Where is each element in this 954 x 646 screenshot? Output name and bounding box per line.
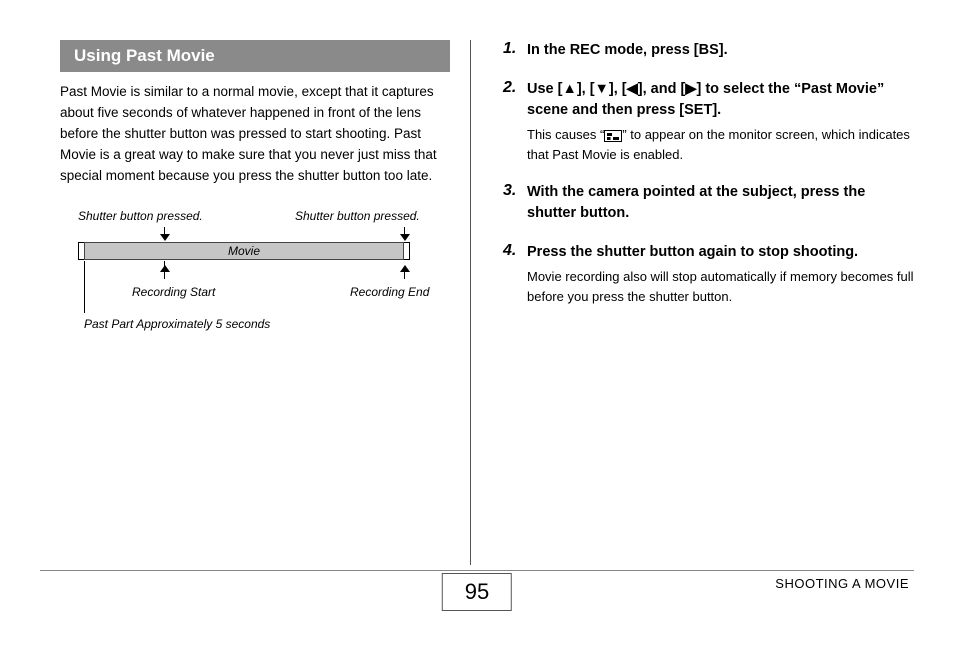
arrow-up-icon xyxy=(400,265,410,279)
step-3: 3. With the camera pointed at the subjec… xyxy=(503,182,914,224)
steps-list: 1. In the REC mode, press [BS]. 2. Use [… xyxy=(503,40,914,306)
text: ], [ xyxy=(577,81,595,97)
text: Use [ xyxy=(527,81,562,97)
footer-section-label: SHOOTING A MOVIE xyxy=(775,576,909,591)
triangle-left-icon: ◀ xyxy=(627,79,638,100)
label-shutter-pressed-right: Shutter button pressed. xyxy=(295,209,420,223)
left-column: Using Past Movie Past Movie is similar t… xyxy=(60,40,470,565)
step-heading: Press the shutter button again to stop s… xyxy=(527,242,914,263)
step-body: Movie recording also will stop automatic… xyxy=(527,267,914,306)
label-recording-end: Recording End xyxy=(350,285,429,299)
label-recording-start: Recording Start xyxy=(132,285,215,299)
text: ], and [ xyxy=(638,81,686,97)
section-heading: Using Past Movie xyxy=(60,40,450,72)
footer-rule xyxy=(40,570,914,571)
triangle-down-icon: ▼ xyxy=(595,79,609,100)
text: This causes “ xyxy=(527,127,604,142)
label-shutter-pressed-left: Shutter button pressed. xyxy=(78,209,203,223)
step-1: 1. In the REC mode, press [BS]. xyxy=(503,40,914,61)
arrow-down-icon xyxy=(160,227,170,241)
intro-paragraph: Past Movie is similar to a normal movie,… xyxy=(60,82,450,187)
past-tick-line xyxy=(84,261,85,313)
step-2: 2. Use [▲], [▼], [◀], and [▶] to select … xyxy=(503,79,914,164)
step-heading: With the camera pointed at the subject, … xyxy=(527,182,914,224)
step-body: This causes “” to appear on the monitor … xyxy=(527,125,914,164)
text: ], [ xyxy=(609,81,627,97)
page-body: Using Past Movie Past Movie is similar t… xyxy=(60,40,914,565)
triangle-up-icon: ▲ xyxy=(562,79,576,100)
step-number: 4. xyxy=(503,242,516,260)
bracket-right-icon xyxy=(404,242,410,260)
label-past-part: Past Part Approximately 5 seconds xyxy=(84,317,270,331)
timing-diagram: Shutter button pressed. Shutter button p… xyxy=(60,209,440,359)
arrow-down-icon xyxy=(400,227,410,241)
arrow-up-icon xyxy=(160,265,170,279)
triangle-right-icon: ▶ xyxy=(685,79,696,100)
step-heading: Use [▲], [▼], [◀], and [▶] to select the… xyxy=(527,79,914,121)
page-number: 95 xyxy=(442,573,512,611)
step-heading: In the REC mode, press [BS]. xyxy=(527,40,914,61)
step-number: 1. xyxy=(503,40,516,58)
step-4: 4. Press the shutter button again to sto… xyxy=(503,242,914,306)
movie-bar: Movie xyxy=(84,242,404,260)
step-number: 2. xyxy=(503,79,516,97)
step-number: 3. xyxy=(503,182,516,200)
past-movie-icon xyxy=(604,130,622,142)
right-column: 1. In the REC mode, press [BS]. 2. Use [… xyxy=(471,40,914,565)
